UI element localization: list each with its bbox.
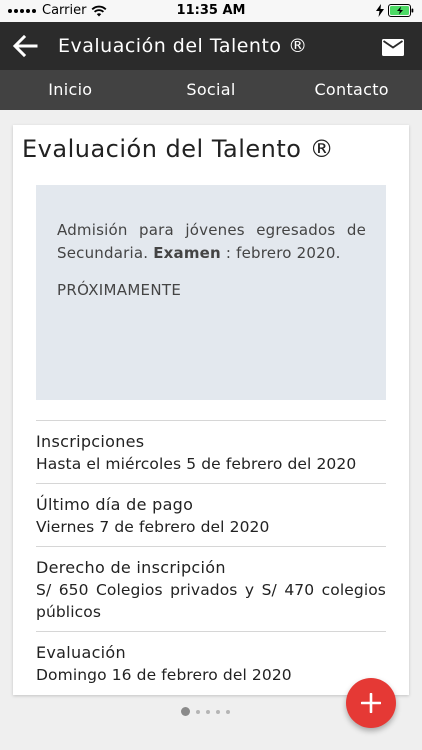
- info-list: Inscripciones Hasta el miércoles 5 de fe…: [36, 420, 386, 694]
- tab-bar: Inicio Social Contacto: [0, 70, 422, 110]
- content-card: Evaluación del Talento ® Admisión para j…: [13, 125, 409, 695]
- list-item-derecho-inscripcion: Derecho de inscripción S/ 650 Colegios p…: [36, 546, 386, 631]
- page-dot-5[interactable]: [226, 709, 230, 714]
- tab-contacto[interactable]: Contacto: [281, 70, 422, 110]
- item-value: S/ 650 Colegios privados y S/ 470 colegi…: [36, 581, 386, 621]
- tab-social[interactable]: Social: [141, 70, 282, 110]
- page-dot-4[interactable]: [216, 709, 220, 714]
- page-indicator: [181, 707, 230, 716]
- list-item-evaluacion: Evaluación Domingo 16 de febrero del 202…: [36, 631, 386, 694]
- status-text: PRÓXIMAMENTE: [57, 281, 182, 299]
- plus-icon: [361, 693, 381, 713]
- page-dot-1[interactable]: [181, 707, 190, 716]
- status-right: [376, 4, 414, 17]
- app-header: Evaluación del Talento ®: [0, 22, 422, 70]
- mail-icon[interactable]: [382, 39, 404, 56]
- battery-icon: [388, 4, 414, 17]
- item-value: Viernes 7 de febrero del 2020: [36, 518, 270, 536]
- item-value: Domingo 16 de febrero del 2020: [36, 666, 292, 684]
- notice-text-after: : febrero 2020.: [220, 244, 341, 262]
- status-bar: Carrier 11:35 AM: [0, 0, 422, 22]
- tab-inicio[interactable]: Inicio: [0, 70, 141, 110]
- card-title: Evaluación del Talento ®: [22, 135, 335, 163]
- page-dot-3[interactable]: [206, 709, 210, 714]
- item-label: Inscripciones: [36, 432, 145, 451]
- add-fab-button[interactable]: [346, 678, 396, 728]
- page-dot-2[interactable]: [196, 709, 200, 714]
- item-label: Evaluación: [36, 643, 126, 662]
- status-time: 11:35 AM: [176, 3, 246, 18]
- admission-text: Admisión para jóvenes egresados de Secun…: [57, 219, 366, 265]
- admission-notice: Admisión para jóvenes egresados de Secun…: [36, 185, 386, 400]
- item-label: Derecho de inscripción: [36, 558, 226, 577]
- item-value: Hasta el miércoles 5 de febrero del 2020: [36, 455, 357, 473]
- charging-icon: [376, 4, 384, 17]
- header-title: Evaluación del Talento ®: [58, 35, 308, 57]
- arrow-left-icon[interactable]: [12, 34, 38, 58]
- notice-bold: Examen: [153, 244, 221, 262]
- item-label: Último día de pago: [36, 495, 194, 514]
- list-item-inscripciones: Inscripciones Hasta el miércoles 5 de fe…: [36, 420, 386, 483]
- list-item-ultimo-dia-pago: Último día de pago Viernes 7 de febrero …: [36, 483, 386, 546]
